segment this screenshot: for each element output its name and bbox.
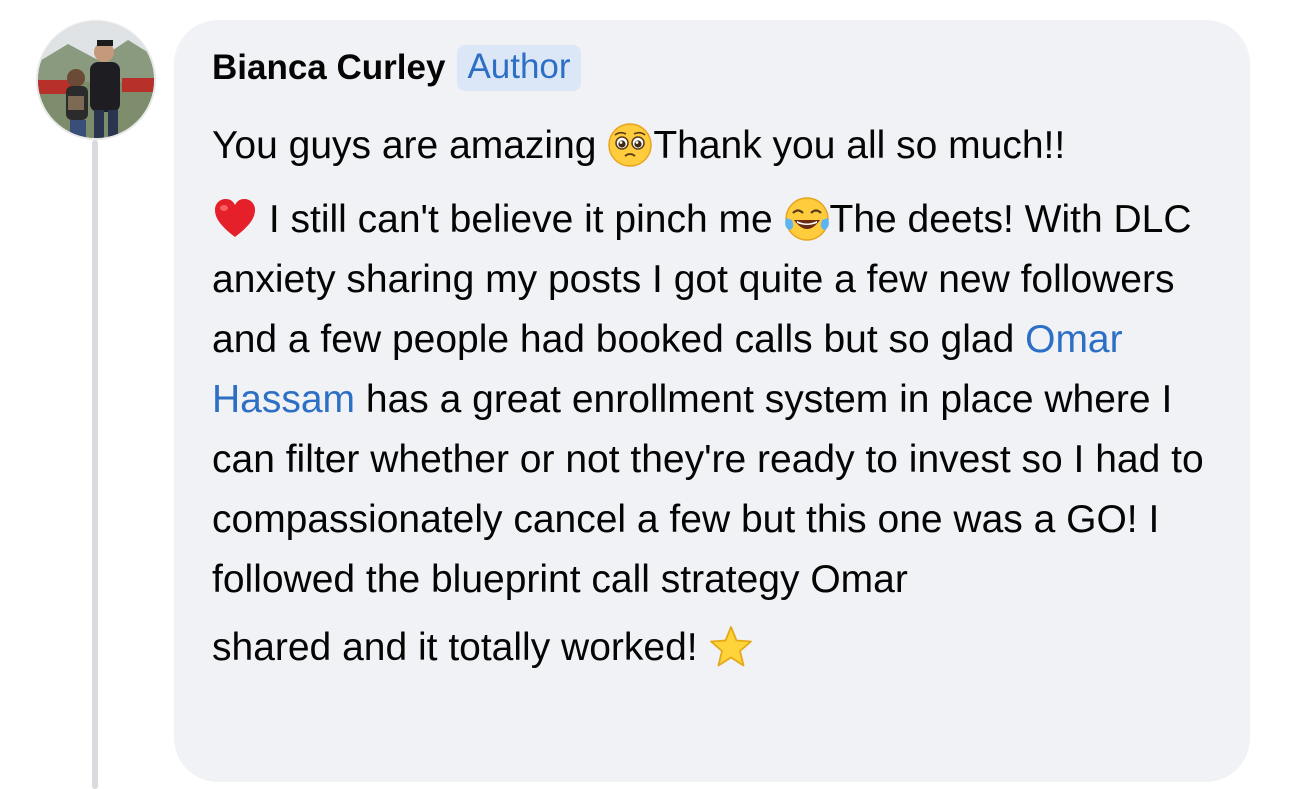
paragraph-2-last-line: shared and it totally worked! [212,610,1220,686]
author-name[interactable]: Bianca Curley [212,48,445,88]
red-heart-icon [215,199,255,237]
paragraph-2-text-1: I still can't believe it pinch me [258,198,784,241]
paragraph-2-text-3: has a great enrollment system in place w… [212,378,1204,601]
star-icon [710,626,753,667]
comment-bubble: Bianca Curley Author You guys are amazin… [174,20,1250,782]
paragraph-1-text-after: Thank you all so much!! [653,124,1066,167]
thread-line [92,140,98,789]
tears-of-joy-icon [784,197,829,241]
pleading-face-icon [608,123,653,167]
comment-paragraph-2: I still can't believe it pinch me The de… [212,190,1220,686]
paragraph-2-text-4: shared and it totally worked! [212,626,709,669]
avatar[interactable] [36,20,156,140]
profile-photo-icon [38,22,154,138]
comment-header: Bianca Curley Author [212,42,1220,94]
comment-paragraph-1: You guys are amazing Thank you all so mu… [212,116,1220,176]
comment-thread: Bianca Curley Author You guys are amazin… [0,0,1290,789]
paragraph-1-text-before: You guys are amazing [212,124,597,167]
author-badge: Author [457,45,581,91]
